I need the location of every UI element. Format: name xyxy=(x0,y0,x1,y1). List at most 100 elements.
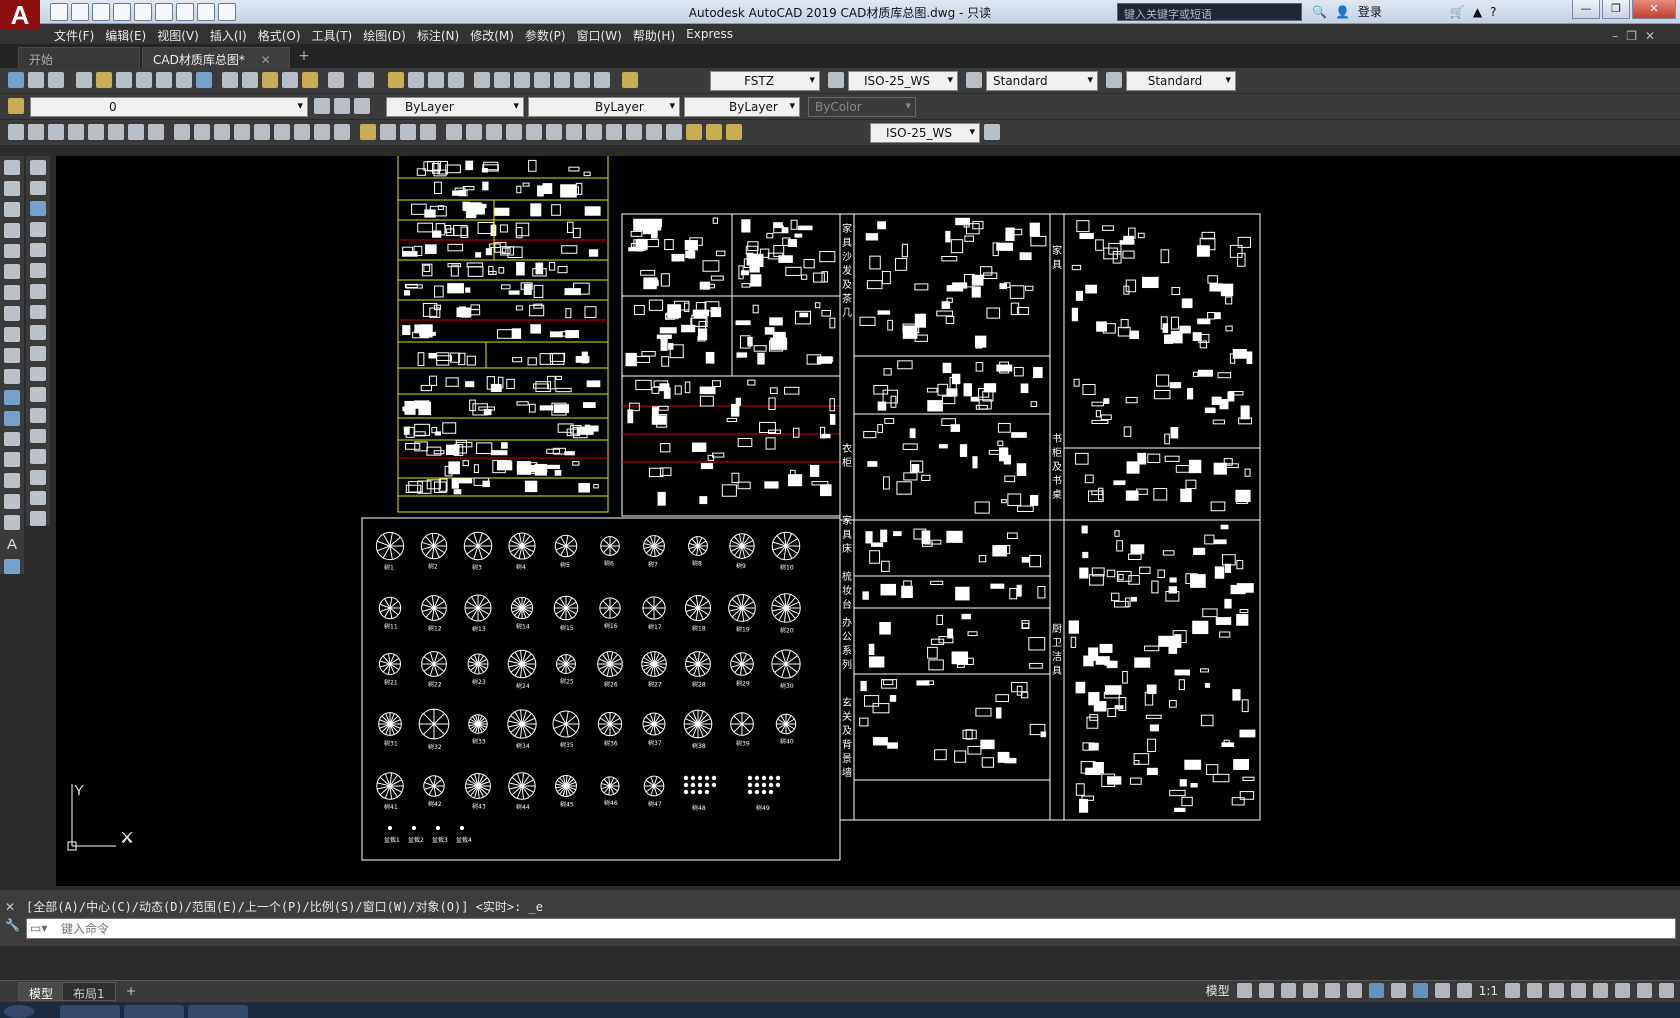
dim-style-icon[interactable] xyxy=(828,72,844,88)
rectangle-icon[interactable] xyxy=(4,243,20,259)
command-input-box[interactable]: ▭▾ xyxy=(26,918,1676,939)
dim-baseline-icon[interactable] xyxy=(194,124,210,140)
point-icon[interactable] xyxy=(4,431,20,447)
dim-override-icon[interactable] xyxy=(726,124,742,140)
dim-radius-icon[interactable] xyxy=(88,124,104,140)
new-icon[interactable] xyxy=(76,72,92,88)
binoculars-icon[interactable]: 🔍 xyxy=(1312,5,1327,19)
restore-button[interactable]: ❐ xyxy=(1602,0,1630,19)
gradient-icon[interactable] xyxy=(4,473,20,489)
mirror-icon[interactable] xyxy=(30,201,46,217)
menu-draw[interactable]: 绘图(D) xyxy=(363,24,417,44)
dim-center-icon[interactable] xyxy=(606,124,622,140)
add-selected-icon[interactable] xyxy=(4,559,20,574)
dim-angular-icon[interactable] xyxy=(148,124,164,140)
taskbar-app-2[interactable] xyxy=(124,1005,184,1018)
menu-help[interactable]: 帮助(H) xyxy=(633,24,686,44)
zoom-previous-icon[interactable] xyxy=(448,72,464,88)
menu-tools[interactable]: 工具(T) xyxy=(312,24,364,44)
dim-tolerance2-icon[interactable] xyxy=(626,124,642,140)
polar-icon[interactable] xyxy=(1302,983,1318,998)
redo-icon[interactable] xyxy=(358,72,374,88)
command-input[interactable] xyxy=(27,919,1675,938)
user-icon[interactable]: 👤 xyxy=(1335,5,1350,19)
hatch-icon[interactable] xyxy=(4,452,20,468)
dim-style-icon2[interactable] xyxy=(420,124,436,140)
polyline-icon[interactable] xyxy=(4,201,20,217)
isolate-objects-icon[interactable] xyxy=(1593,983,1608,998)
trim-icon[interactable] xyxy=(30,346,46,361)
revcloud-icon[interactable] xyxy=(4,306,20,322)
dim-arc2-icon[interactable] xyxy=(486,124,502,140)
fillet-icon[interactable] xyxy=(30,470,46,485)
mleader-style-icon[interactable] xyxy=(1106,72,1122,88)
preview-icon[interactable] xyxy=(156,72,172,88)
minimize-button[interactable]: — xyxy=(1572,0,1600,19)
menu-format[interactable]: 格式(O) xyxy=(258,24,312,44)
menu-insert[interactable]: 插入(I) xyxy=(210,24,258,44)
close-button[interactable]: ✕ xyxy=(1632,0,1676,19)
open-icon[interactable] xyxy=(96,72,112,88)
blend-icon[interactable] xyxy=(30,490,46,506)
extend-icon[interactable] xyxy=(30,366,46,382)
clean-screen-icon[interactable] xyxy=(1637,983,1652,998)
dim-annot-icon[interactable] xyxy=(686,124,702,140)
annotation-monitor-icon[interactable] xyxy=(1527,983,1542,998)
paste-icon[interactable] xyxy=(262,72,278,88)
menu-file[interactable]: 文件(F) xyxy=(54,24,105,44)
tab-model[interactable]: 模型 xyxy=(18,982,65,1001)
taskbar-app-1[interactable] xyxy=(60,1005,120,1018)
quick-properties-icon[interactable] xyxy=(1571,983,1586,998)
command-close-icon[interactable]: ✕ xyxy=(5,898,20,916)
scale-icon[interactable] xyxy=(30,304,46,320)
command-customize-icon[interactable]: 🔧 xyxy=(5,916,20,934)
break-icon[interactable] xyxy=(30,408,46,423)
annotation-scale-icon[interactable] xyxy=(1456,983,1472,998)
mleader-style-select[interactable]: Standard xyxy=(1126,71,1236,91)
dim-radius2-icon[interactable] xyxy=(546,124,562,140)
dim-text-edit-icon[interactable] xyxy=(380,124,396,140)
zoom-realtime-icon[interactable] xyxy=(408,72,424,88)
copy-icon[interactable] xyxy=(242,72,258,88)
dim-qleader-icon[interactable] xyxy=(586,124,602,140)
tab-close-icon[interactable]: ✕ xyxy=(261,53,271,67)
dim-angle2-icon[interactable] xyxy=(506,124,522,140)
login-link[interactable]: 登录 xyxy=(1358,3,1382,20)
menu-view[interactable]: 视图(V) xyxy=(157,24,210,44)
dim-update-icon[interactable] xyxy=(400,124,416,140)
text-style-select[interactable]: FSTZ xyxy=(710,71,820,91)
new-tab-button[interactable]: + xyxy=(293,48,315,66)
application-menu-button[interactable]: A xyxy=(0,0,40,30)
table-icon[interactable] xyxy=(4,515,20,531)
taskbar-app-3[interactable] xyxy=(188,1005,248,1018)
layer-state-icon[interactable] xyxy=(354,98,370,114)
copy-object-icon[interactable] xyxy=(30,180,46,196)
menu-edit[interactable]: 编辑(E) xyxy=(105,24,157,44)
explode-icon[interactable] xyxy=(30,511,46,527)
menu-modify[interactable]: 修改(M) xyxy=(470,24,525,44)
circle-icon[interactable] xyxy=(4,285,20,301)
linetype-select[interactable]: ByLayer xyxy=(528,97,680,117)
design-center-icon[interactable] xyxy=(494,72,510,88)
layer-previous-icon[interactable] xyxy=(334,98,350,114)
3d-print-icon[interactable] xyxy=(196,72,212,88)
dim-style-select-2[interactable]: ISO-25_WS xyxy=(870,123,980,143)
auto-scale-icon[interactable] xyxy=(1434,983,1450,998)
orbit-icon[interactable] xyxy=(8,72,24,88)
construction-line-icon[interactable] xyxy=(4,180,20,196)
layer-select[interactable]: 0 xyxy=(30,97,308,117)
jogged-linear-icon[interactable] xyxy=(334,124,350,140)
isodraft-icon[interactable] xyxy=(1324,983,1340,998)
rotate-icon[interactable] xyxy=(30,284,46,299)
tolerance-icon[interactable] xyxy=(274,124,290,140)
dim-arc-icon[interactable] xyxy=(48,124,64,140)
osnap-icon[interactable] xyxy=(1368,983,1384,998)
pan-icon[interactable] xyxy=(388,72,404,88)
ellipse-arc-icon[interactable] xyxy=(4,368,20,384)
publish-icon[interactable] xyxy=(176,72,192,88)
polygon-icon[interactable] xyxy=(4,222,20,238)
array-icon[interactable] xyxy=(30,242,46,258)
line-icon[interactable] xyxy=(4,160,20,175)
help-search-input[interactable]: 键入关键字或短语 xyxy=(1117,3,1302,21)
units-icon[interactable] xyxy=(1549,983,1564,998)
